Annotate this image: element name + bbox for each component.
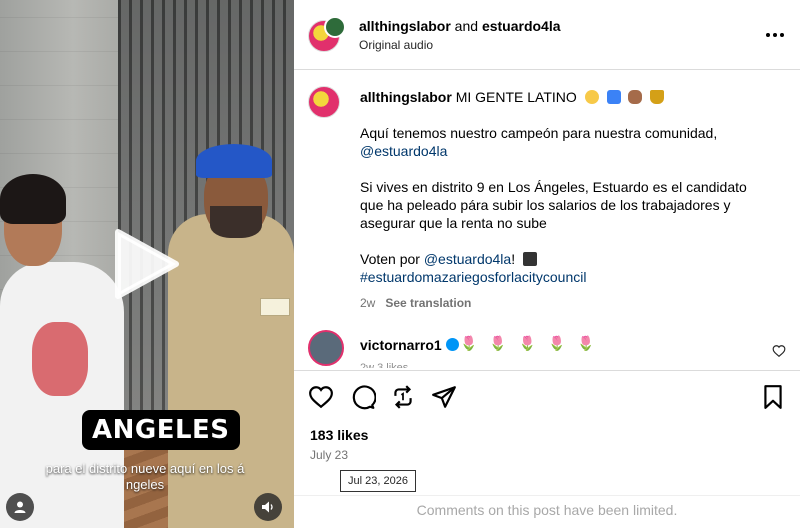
like-heart-icon[interactable] — [308, 384, 334, 410]
collaborator-username-link[interactable]: estuardo4la — [482, 18, 561, 34]
original-audio-link[interactable]: Original audio — [359, 38, 433, 52]
caption-time-ago[interactable]: 2w — [360, 296, 375, 310]
trophy-emoji-icon — [650, 90, 665, 104]
user-tag-icon[interactable] — [6, 493, 34, 521]
share-paper-plane-icon[interactable] — [431, 384, 457, 410]
collaborator-avatar[interactable] — [324, 16, 346, 38]
caption-paragraph-3-suffix: ! — [511, 251, 516, 267]
date-tooltip: Jul 23, 2026 — [340, 470, 416, 492]
see-translation-button[interactable]: See translation — [385, 296, 471, 310]
commenter-username-text[interactable]: victornarro1 — [360, 337, 442, 353]
likes-count[interactable]: 183 likes — [310, 427, 368, 443]
commenter-avatar[interactable] — [308, 330, 344, 366]
video-person-woman-shirt-print — [32, 322, 88, 396]
video-caption-subtitle: para el distrito nueve aquí en los á nge… — [45, 461, 245, 492]
caption-author-link[interactable]: allthingslabor — [360, 89, 452, 105]
post-date[interactable]: July 23 — [310, 448, 348, 462]
post-caption: allthingslabor MI GENTE LATINO Aquí tene… — [294, 70, 800, 310]
caption-headline: MI GENTE LATINO — [455, 89, 577, 105]
verified-badge-icon — [445, 338, 459, 351]
post-header: allthingslabor and estuardo4la Original … — [294, 0, 800, 70]
author-username-link[interactable]: allthingslabor — [359, 18, 451, 34]
mention-link[interactable]: @estuardo4la — [424, 251, 511, 267]
caption-paragraph-1: Aquí tenemos nuestro campeón para nuestr… — [360, 125, 718, 141]
comment-item: victornarro1 🌷 🌷 🌷 🌷 🌷 2w 3 likes — [294, 326, 800, 370]
more-options-icon[interactable] — [764, 24, 786, 46]
post-panel: allthingslabor and estuardo4la Original … — [294, 0, 800, 528]
mention-link[interactable]: @estuardo4la — [360, 143, 447, 159]
video-person-man-cap — [196, 144, 272, 178]
caption-paragraph-3-prefix: Voten por — [360, 251, 420, 267]
comment-text: 🌷 🌷 🌷 🌷 🌷 — [460, 335, 599, 351]
play-icon[interactable] — [112, 228, 180, 300]
up-down-arrow-emoji-icon — [606, 90, 621, 104]
caption-author-avatar[interactable] — [308, 86, 340, 118]
comment-bubble-icon[interactable] — [350, 384, 376, 410]
video-person-man-name-tag — [260, 298, 290, 316]
video-player[interactable]: ANGELES para el distrito nueve aquí en l… — [0, 0, 294, 528]
comment-meta: 2w 3 likes — [360, 362, 409, 368]
video-caption-highlight: ANGELES — [82, 410, 240, 450]
hashtag-link[interactable]: #estuardomazariegosforlacitycouncil — [360, 269, 586, 285]
post-actions: 183 likes July 23 Jul 23, 2026 Comments … — [294, 370, 800, 524]
video-person-man-beard — [210, 206, 262, 238]
commenter-username[interactable]: victornarro1 — [360, 337, 459, 353]
header-usernames: allthingslabor and estuardo4la — [359, 17, 561, 35]
comments-limited-notice: Comments on this post have been limited. — [294, 495, 800, 525]
fist-emoji-icon — [628, 90, 643, 104]
caption-paragraph-2: Si vives en distrito 9 en Los Ángeles, E… — [360, 179, 747, 231]
repost-icon[interactable] — [390, 384, 416, 410]
save-bookmark-icon[interactable] — [760, 384, 786, 410]
comment-like-heart-icon[interactable] — [772, 344, 786, 358]
speaker-icon[interactable] — [254, 493, 282, 521]
clapper-board-emoji-icon — [523, 252, 537, 266]
grinning-face-emoji-icon — [584, 90, 599, 104]
video-person-woman-hair — [0, 174, 66, 224]
header-connector: and — [450, 18, 482, 34]
caption-text: allthingslabor MI GENTE LATINO Aquí tene… — [360, 88, 772, 286]
caption-meta: 2w See translation — [360, 296, 471, 310]
